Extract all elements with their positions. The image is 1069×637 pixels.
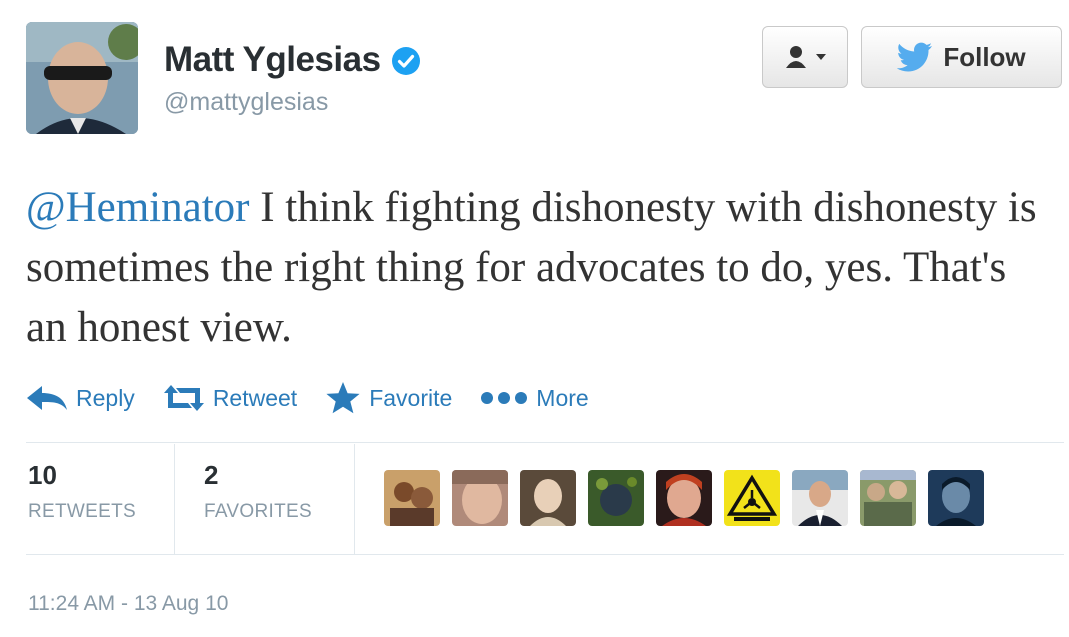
retweet-action[interactable]: Retweet <box>163 384 297 412</box>
favorite-action[interactable]: Favorite <box>325 381 452 415</box>
more-dots-icon <box>481 392 528 404</box>
person-icon <box>786 46 806 68</box>
favoriter-avatars <box>384 470 984 526</box>
favorites-count: 2 <box>204 460 219 490</box>
retweet-label: Retweet <box>212 384 298 411</box>
favoriter-avatar[interactable] <box>792 470 848 526</box>
tweet-timestamp[interactable]: 11:24 AM - 13 Aug 10 <box>28 592 228 616</box>
favoriter-avatar[interactable] <box>928 470 984 526</box>
follow-button[interactable]: Follow <box>861 26 1062 88</box>
favoriter-avatar[interactable] <box>724 470 780 526</box>
stats-bottom-divider <box>26 554 1064 555</box>
display-name-text: Matt Yglesias <box>164 40 381 79</box>
avatar-image <box>26 22 138 134</box>
profile-avatar[interactable] <box>26 22 138 134</box>
favorite-label: Favorite <box>369 384 453 411</box>
stats-top-divider <box>26 442 1064 443</box>
reply-label: Reply <box>76 384 135 411</box>
favoriter-avatar[interactable] <box>452 470 508 526</box>
twitter-bird-icon <box>897 42 933 72</box>
favoriter-avatar[interactable] <box>860 470 916 526</box>
retweets-stat[interactable]: 10 RETWEETS <box>28 460 136 523</box>
favorites-label: FAVORITES <box>204 501 312 522</box>
retweets-label: RETWEETS <box>28 501 136 522</box>
verified-badge-icon <box>391 45 421 75</box>
favoriter-avatar[interactable] <box>588 470 644 526</box>
reply-icon <box>27 386 67 410</box>
tweet-actions: Reply Retweet Favorite More <box>26 378 617 418</box>
favorites-stat[interactable]: 2 FAVORITES <box>204 460 312 523</box>
more-label: More <box>536 384 589 411</box>
favoriter-avatar[interactable] <box>656 470 712 526</box>
more-action[interactable]: More <box>480 384 589 412</box>
retweet-icon <box>163 385 204 411</box>
display-name[interactable]: Matt Yglesias <box>164 40 421 80</box>
chevron-down-icon <box>816 54 826 60</box>
user-handle[interactable]: @mattyglesias <box>164 88 328 117</box>
star-icon <box>326 382 360 414</box>
retweets-count: 10 <box>28 460 57 490</box>
mention-link[interactable]: @Heminator <box>26 184 249 231</box>
stats-separator <box>354 444 355 554</box>
tweet-text: @Heminator I think fighting dishonesty w… <box>26 178 1046 358</box>
reply-action[interactable]: Reply <box>26 385 135 412</box>
stats-separator <box>174 444 175 554</box>
follow-button-label: Follow <box>943 41 1026 72</box>
user-actions-button[interactable] <box>762 26 848 88</box>
favoriter-avatar[interactable] <box>520 470 576 526</box>
favoriter-avatar[interactable] <box>384 470 440 526</box>
